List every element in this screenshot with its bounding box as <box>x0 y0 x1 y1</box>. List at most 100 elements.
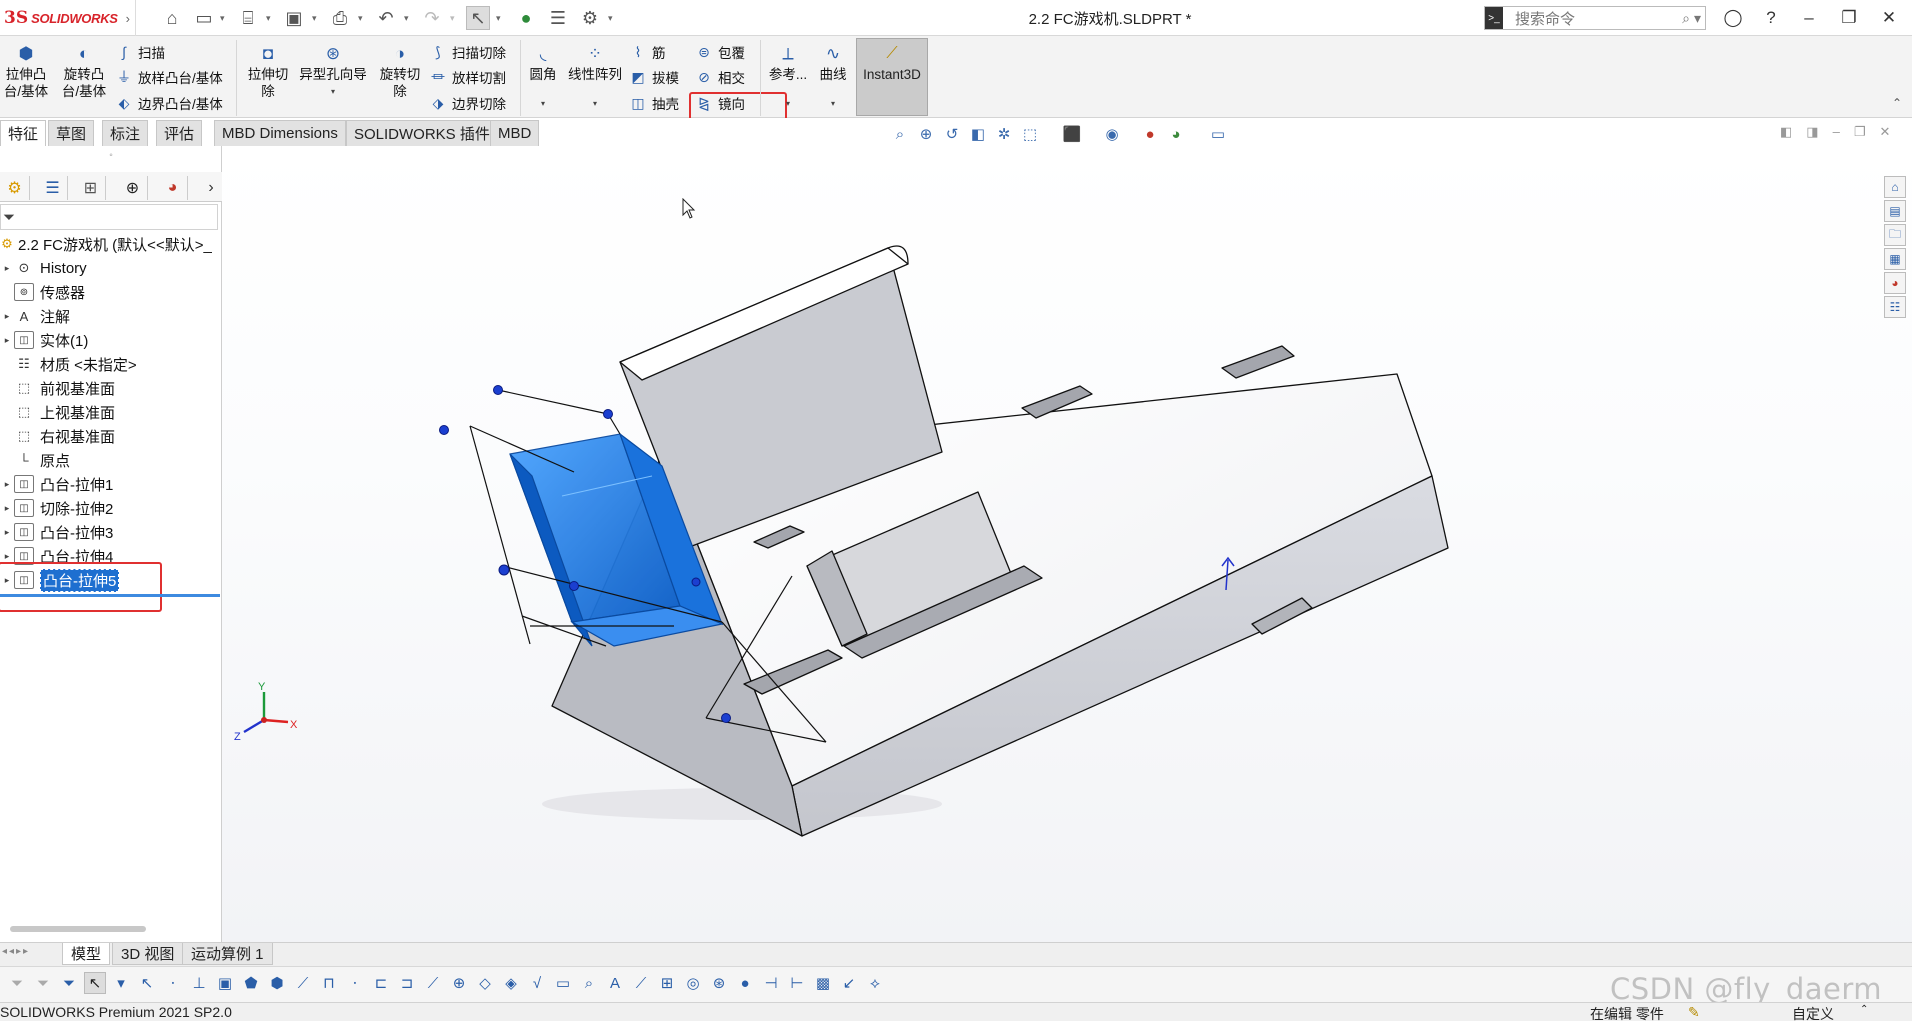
tree-item-front-plane[interactable]: ⬚ 前视基准面 <box>0 376 115 400</box>
wrap-button[interactable]: ⊜ 包覆 <box>694 42 745 62</box>
expand-arrow-icon[interactable]: ▸ <box>0 479 14 490</box>
design-library-icon[interactable]: ▤ <box>1884 200 1906 222</box>
tree-item-top-plane[interactable]: ⬚ 上视基准面 <box>0 400 115 424</box>
reference-dropdown-icon[interactable]: ▾ <box>786 95 790 112</box>
displaymanager-tab-icon[interactable]: ◕ <box>158 176 188 200</box>
selection-filter-icon-10[interactable]: ⬟ <box>240 972 262 994</box>
reference-geometry-button[interactable]: ⟂ 参考... ▾ <box>764 42 812 112</box>
display-style-icon[interactable]: ⬛ <box>1060 124 1084 144</box>
curves-dropdown-icon[interactable]: ▾ <box>831 95 835 112</box>
view-orientation-icon[interactable]: ⬚ <box>1018 124 1042 144</box>
linear-pattern-button[interactable]: ⁘ 线性阵列 ▾ <box>564 42 626 112</box>
tree-item-sensors[interactable]: ⊚ 传感器 <box>0 280 85 304</box>
expand-arrow-icon[interactable]: ▸ <box>0 263 14 274</box>
tab-3d-views[interactable]: 3D 视图 <box>112 943 184 965</box>
configurationmanager-tab-icon[interactable]: ⊞ <box>76 176 106 200</box>
viewport-minimize-icon[interactable]: – <box>1833 124 1840 144</box>
viewport-restore-icon[interactable]: ❐ <box>1854 124 1866 144</box>
home-icon[interactable]: ⌂ <box>160 6 184 30</box>
extrude-cut-button[interactable]: ◘ 拉伸切 除 <box>242 42 294 100</box>
selection-filter-icon-27[interactable]: ◎ <box>682 972 704 994</box>
rollback-bar[interactable] <box>0 594 220 597</box>
selection-filter-icon-2[interactable]: ⏷ <box>32 972 54 994</box>
print-dropdown-icon[interactable]: ▾ <box>358 8 368 28</box>
tree-item-boss-extrude3[interactable]: ▸ ◫ 凸台-拉伸3 <box>0 520 113 544</box>
save-icon[interactable]: ▣ <box>282 6 306 30</box>
boundary-boss-button[interactable]: ⬖ 边界凸台/基体 <box>114 93 223 113</box>
select-dropdown-icon[interactable]: ▾ <box>496 8 506 28</box>
loft-button[interactable]: ⏚ 放样凸台/基体 <box>114 67 223 87</box>
selection-filter-icon-6[interactable]: ↖ <box>136 972 158 994</box>
panel-scrollbar[interactable] <box>10 926 146 932</box>
redo-icon[interactable]: ↷ <box>420 6 444 30</box>
edit-appearance-icon[interactable]: ● <box>1138 124 1162 144</box>
redo-dropdown-icon[interactable]: ▾ <box>450 8 460 28</box>
options-dropdown-icon[interactable]: ▾ <box>608 8 618 28</box>
tree-item-boss-extrude1[interactable]: ▸ ◫ 凸台-拉伸1 <box>0 472 113 496</box>
selection-filter-icon-16[interactable]: ⊐ <box>396 972 418 994</box>
save-dropdown-icon[interactable]: ▾ <box>312 8 322 28</box>
sweep-button[interactable]: ∫ 扫描 <box>114 42 165 62</box>
selection-filter-icon-20[interactable]: ◈ <box>500 972 522 994</box>
hole-wizard-button[interactable]: ⊛ 异型孔向导 ▾ <box>296 42 370 100</box>
tab-evaluate[interactable]: 评估 <box>156 120 203 146</box>
status-units[interactable]: 自定义 <box>1792 1004 1834 1021</box>
open-file-icon[interactable]: ⌸ <box>236 6 260 30</box>
fillet-button[interactable]: ◟ 圆角 ▾ <box>524 42 562 112</box>
boundary-cut-button[interactable]: ⬗ 边界切除 <box>428 93 506 113</box>
tab-mbd[interactable]: MBD <box>490 120 540 146</box>
rebuild-status-icon[interactable]: ✎ <box>1688 1004 1700 1021</box>
propertymanager-tab-icon[interactable]: ☰ <box>38 176 68 200</box>
selection-filter-icon-1[interactable]: ⏷ <box>6 972 28 994</box>
menu-arrow-icon[interactable]: › <box>126 11 130 26</box>
selection-filter-icon-17[interactable]: ⟋ <box>422 972 444 994</box>
tree-item-origin[interactable]: └ 原点 <box>0 448 70 472</box>
rebuild-traffic-light-icon[interactable]: ● <box>514 6 538 30</box>
featuremanager-tab-icon[interactable]: ⚙ <box>0 176 30 200</box>
tab-sketch[interactable]: 草图 <box>48 120 95 146</box>
units-dropdown-icon[interactable]: ⌃ <box>1860 1004 1868 1015</box>
options-gear-icon[interactable]: ⚙ <box>578 6 602 30</box>
previous-view-icon[interactable]: ↺ <box>940 124 964 144</box>
view-settings-icon[interactable]: ▭ <box>1206 124 1230 144</box>
search-icon[interactable]: ⌕ <box>1682 10 1690 27</box>
user-account-icon[interactable]: ◯ <box>1720 6 1746 30</box>
selection-filter-icon-11[interactable]: ⬢ <box>266 972 288 994</box>
curves-button[interactable]: ∿ 曲线 ▾ <box>814 42 852 112</box>
expand-arrow-icon[interactable]: ▸ <box>0 551 14 562</box>
command-search[interactable]: >_ 搜索命令 ⌕ ▾ <box>1484 6 1706 30</box>
undo-icon[interactable]: ↶ <box>374 6 398 30</box>
undo-dropdown-icon[interactable]: ▾ <box>404 8 414 28</box>
custom-properties-icon[interactable]: ☷ <box>1884 296 1906 318</box>
selection-filter-icon-12[interactable]: ⟋ <box>292 972 314 994</box>
selection-filter-icon-3[interactable]: ⏷ <box>58 972 80 994</box>
minimize-window-icon[interactable]: – <box>1796 6 1822 30</box>
revolve-cut-button[interactable]: ◑ 旋转切 除 <box>374 42 426 100</box>
search-dropdown-icon[interactable]: ▾ <box>1694 10 1701 27</box>
dimxpertmanager-tab-icon[interactable]: ⊕ <box>118 176 148 200</box>
view-palette-icon[interactable]: ▦ <box>1884 248 1906 270</box>
tree-root[interactable]: ⚙ 2.2 FC游戏机 (默认<<默认>_ <box>0 232 212 256</box>
tab-features[interactable]: 特征 <box>0 120 47 146</box>
apply-scene-icon[interactable]: ◕ <box>1164 124 1188 144</box>
tab-motion-study-1[interactable]: 运动算例 1 <box>182 943 273 965</box>
zoom-area-icon[interactable]: ⊕ <box>914 124 938 144</box>
selection-filter-icon-33[interactable]: ↙ <box>838 972 860 994</box>
tree-item-right-plane[interactable]: ⬚ 右视基准面 <box>0 424 115 448</box>
selection-filter-icon-23[interactable]: ⌕ <box>578 972 600 994</box>
selection-filter-icon-25[interactable]: ⟋ <box>630 972 652 994</box>
draft-button[interactable]: ◩ 拔模 <box>628 67 679 87</box>
selection-filter-icon-4[interactable]: ↖ <box>84 972 106 994</box>
viewport-close-icon[interactable]: ✕ <box>1879 124 1890 144</box>
tab-solidworks-addins[interactable]: SOLIDWORKS 插件 <box>346 120 498 146</box>
shell-button[interactable]: ◫ 抽壳 <box>628 93 679 113</box>
selection-filter-icon-26[interactable]: ⊞ <box>656 972 678 994</box>
file-properties-icon[interactable]: ☰ <box>546 6 570 30</box>
loft-cut-button[interactable]: ⏛ 放样切割 <box>428 67 506 87</box>
print-icon[interactable]: ⎙ <box>328 6 352 30</box>
dynamic-annotation-icon[interactable]: ✲ <box>992 124 1016 144</box>
model-graphics[interactable]: Y X Z <box>222 146 1912 942</box>
expand-arrow-icon[interactable]: ▸ <box>0 503 14 514</box>
selection-filter-icon-14[interactable]: ⋅ <box>344 972 366 994</box>
selection-filter-icon-8[interactable]: ⊥ <box>188 972 210 994</box>
